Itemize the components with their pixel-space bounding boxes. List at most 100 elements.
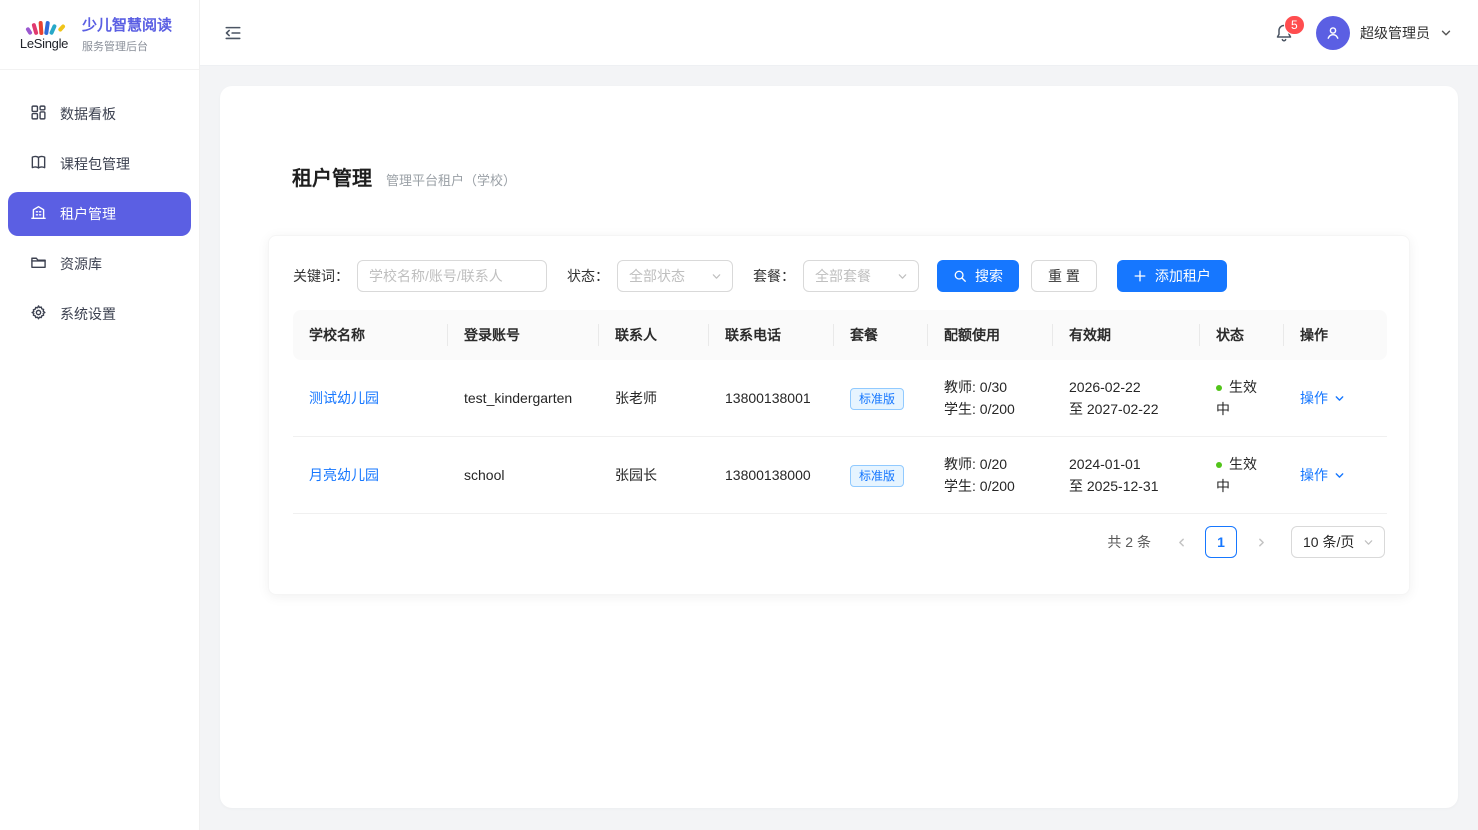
total-count: 共 2 条 [1107,532,1151,552]
plan-badge: 标准版 [850,465,904,487]
col-account: 登录账号 [448,310,599,360]
col-plan: 套餐 [834,310,928,360]
folder-icon [30,254,47,274]
sidebar-item-course-packages[interactable]: 课程包管理 [8,142,191,186]
plan-badge: 标准版 [850,388,904,410]
chevron-down-icon [1334,470,1345,481]
sidebar-item-tenants[interactable]: 租户管理 [8,192,191,236]
row-actions-dropdown[interactable]: 操作 [1300,464,1345,486]
account-cell: test_kindergarten [448,360,599,437]
status-badge: 生效中 [1216,379,1257,417]
chevron-down-icon [1334,393,1345,404]
chevron-left-icon [1176,537,1187,548]
col-status: 状态 [1200,310,1284,360]
search-icon [953,269,967,283]
table-header-row: 学校名称 登录账号 联系人 联系电话 套餐 配额使用 有效期 状态 操作 [293,310,1387,360]
col-contact: 联系人 [599,310,709,360]
page-subtitle: 管理平台租户（学校） [386,170,516,189]
status-dot-icon [1216,462,1222,468]
status-label: 状态： [567,266,609,286]
notifications-button[interactable]: 5 [1274,23,1294,43]
main-area: 5 超级管理员 租户管理 管理平台租户（学校） [200,0,1478,830]
page-title: 租户管理 [292,162,372,191]
status-badge: 生效中 [1216,456,1257,494]
app-root: LeSingle 少儿智慧阅读 服务管理后台 数据看板 课程包管理 [0,0,1478,830]
sidebar-item-label: 课程包管理 [60,154,130,174]
sidebar-item-label: 系统设置 [60,304,116,324]
validity-cell: 2026-02-22 至 2027-02-22 [1053,360,1200,437]
sidebar-item-label: 数据看板 [60,104,116,124]
status-dot-icon [1216,385,1222,391]
brand-logo-icon: LeSingle [16,18,72,51]
sidebar: LeSingle 少儿智慧阅读 服务管理后台 数据看板 课程包管理 [0,0,200,830]
sidebar-item-dashboard[interactable]: 数据看板 [8,92,191,136]
sidebar-item-resources[interactable]: 资源库 [8,242,191,286]
validity-cell: 2024-01-01 至 2025-12-31 [1053,437,1200,514]
avatar [1316,16,1350,50]
table-row: 测试幼儿园 test_kindergarten 张老师 13800138001 … [293,360,1387,437]
plus-icon [1133,269,1147,283]
collapse-sidebar-button[interactable] [224,24,242,42]
table-row: 月亮幼儿园 school 张园长 13800138000 标准版 教师: 0/2… [293,437,1387,514]
status-select[interactable]: 全部状态 [617,260,733,292]
chevron-down-icon [1363,537,1374,548]
status-cell: 生效中 [1200,437,1284,514]
brand-subtitle: 服务管理后台 [82,38,172,54]
sidebar-item-label: 租户管理 [60,204,116,224]
pagination: 共 2 条 1 10 条/页 [293,526,1385,558]
book-icon [30,154,47,174]
chevron-down-icon [1440,27,1452,39]
tenant-table: 学校名称 登录账号 联系人 联系电话 套餐 配额使用 有效期 状态 操作 [293,310,1387,514]
col-validity: 有效期 [1053,310,1200,360]
page-size-select[interactable]: 10 条/页 [1291,526,1385,558]
col-actions: 操作 [1284,310,1387,360]
next-page-button[interactable] [1245,526,1277,558]
keyword-input[interactable] [357,260,547,292]
page-header: 租户管理 管理平台租户（学校） [268,162,1410,191]
plan-select[interactable]: 全部套餐 [803,260,919,292]
person-icon [1324,24,1342,42]
user-name: 超级管理员 [1360,23,1430,43]
phone-cell: 13800138001 [709,360,834,437]
user-menu[interactable]: 超级管理员 [1316,16,1452,50]
content: 租户管理 管理平台租户（学校） 关键词： 状态： 全部状态 [200,66,1478,830]
sidebar-item-label: 资源库 [60,254,102,274]
chevron-down-icon [897,271,908,282]
brand: LeSingle 少儿智慧阅读 服务管理后台 [0,0,199,70]
prev-page-button[interactable] [1165,526,1197,558]
reset-button[interactable]: 重 置 [1031,260,1097,292]
status-cell: 生效中 [1200,360,1284,437]
brand-logo-text: LeSingle [20,36,68,51]
building-icon [30,204,47,224]
dashboard-icon [30,104,47,124]
sidebar-item-settings[interactable]: 系统设置 [8,292,191,336]
chevron-down-icon [711,271,722,282]
col-school: 学校名称 [293,310,448,360]
chevron-right-icon [1256,537,1267,548]
row-actions-dropdown[interactable]: 操作 [1300,387,1345,409]
add-tenant-button[interactable]: 添加租户 [1117,260,1227,292]
keyword-label: 关键词： [293,266,349,286]
phone-cell: 13800138000 [709,437,834,514]
tenant-panel: 关键词： 状态： 全部状态 套餐： 全部套餐 [268,235,1410,595]
plan-label: 套餐： [753,266,795,286]
col-phone: 联系电话 [709,310,834,360]
brand-title: 少儿智慧阅读 [82,16,172,35]
gear-icon [30,304,47,324]
search-button[interactable]: 搜索 [937,260,1019,292]
sidebar-menu: 数据看板 课程包管理 租户管理 资源库 [0,70,199,336]
topbar: 5 超级管理员 [200,0,1478,66]
page-card: 租户管理 管理平台租户（学校） 关键词： 状态： 全部状态 [220,86,1458,808]
rainbow-bars-icon [27,18,61,35]
quota-cell: 教师: 0/30 学生: 0/200 [928,360,1053,437]
page-number-button[interactable]: 1 [1205,526,1237,558]
quota-cell: 教师: 0/20 学生: 0/200 [928,437,1053,514]
col-quota: 配额使用 [928,310,1053,360]
contact-cell: 张老师 [599,360,709,437]
account-cell: school [448,437,599,514]
school-link[interactable]: 测试幼儿园 [309,390,379,406]
contact-cell: 张园长 [599,437,709,514]
notification-badge: 5 [1284,15,1305,35]
school-link[interactable]: 月亮幼儿园 [309,467,379,483]
filter-bar: 关键词： 状态： 全部状态 套餐： 全部套餐 [293,260,1385,292]
